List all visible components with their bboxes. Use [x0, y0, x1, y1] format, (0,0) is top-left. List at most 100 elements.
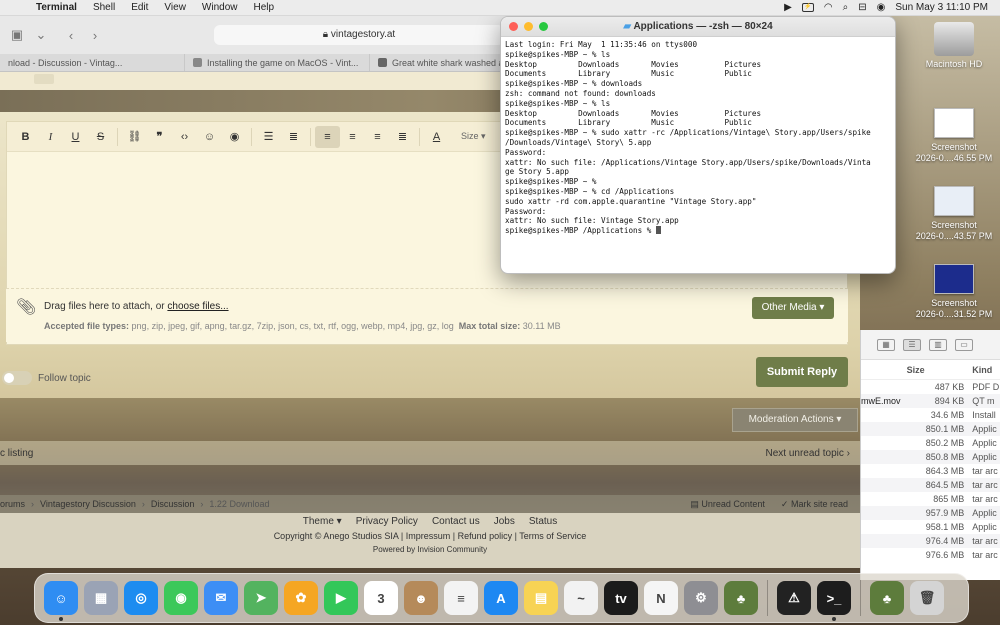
other-media-button[interactable]: Other Media ▾	[752, 297, 834, 319]
maps-icon[interactable]: ➤	[244, 581, 278, 615]
menu-view[interactable]: View	[156, 2, 194, 13]
forward-icon[interactable]: ›	[88, 28, 102, 43]
terminal-output[interactable]: Last login: Fri May 1 11:35:46 on ttys00…	[501, 37, 895, 239]
list-view-icon[interactable]: ☰	[903, 338, 921, 351]
icon-view-icon[interactable]: ▦	[877, 338, 895, 351]
gallery-view-icon[interactable]: ▭	[955, 338, 973, 351]
follow-toggle[interactable]	[2, 371, 32, 385]
finder-row[interactable]: 34.6 MB Install	[861, 408, 1000, 422]
calendar-icon[interactable]: 3	[364, 581, 398, 615]
finder-row[interactable]: 850.8 MB Applic	[861, 450, 1000, 464]
strikethrough-icon[interactable]: S	[88, 126, 113, 148]
submit-reply-button[interactable]: Submit Reply	[756, 357, 848, 387]
freeform-icon[interactable]: ~	[564, 581, 598, 615]
address-bar[interactable]: 🔒︎ vintagestory.at	[214, 25, 504, 45]
topic-listing-link[interactable]: c listing	[0, 448, 33, 459]
follow-topic[interactable]: Follow topic	[0, 368, 200, 388]
finder-row[interactable]: 487 KB PDF D	[861, 380, 1000, 394]
spotlight-icon[interactable]: ⌕	[843, 2, 849, 13]
finder-row[interactable]: 864.3 MB tar arc	[861, 464, 1000, 478]
finder-row[interactable]: 864.5 MB tar arc	[861, 478, 1000, 492]
tab-installing-macos[interactable]: Installing the game on MacOS - Vint...	[185, 54, 370, 71]
align-justify-icon[interactable]: ≣	[390, 126, 415, 148]
now-playing-icon[interactable]: ▶	[784, 2, 792, 13]
trash-icon[interactable]: 🗑	[910, 581, 944, 615]
bold-icon[interactable]: B	[13, 126, 38, 148]
vintage-story-icon[interactable]: ♣	[724, 581, 758, 615]
align-center-icon[interactable]: ≡	[340, 126, 365, 148]
control-center-icon[interactable]: ⊟	[858, 2, 866, 13]
tv-icon[interactable]: tv	[604, 581, 638, 615]
finder-size-header[interactable]: Size	[907, 365, 973, 375]
privacy-policy-link[interactable]: Privacy Policy	[356, 516, 418, 527]
choose-files-link[interactable]: choose files...	[167, 301, 228, 312]
mark-site-read-link[interactable]: ✓ Mark site read	[781, 499, 848, 510]
desktop-screenshot-1[interactable]: Screenshot 2026-0....46.55 PM	[914, 108, 994, 164]
attachment-dropzone[interactable]: 📎︎ Drag files here to attach, or choose …	[6, 288, 848, 342]
unread-content-link[interactable]: ▤ Unread Content	[690, 499, 765, 510]
notes-icon[interactable]: ▤	[524, 581, 558, 615]
jobs-link[interactable]: Jobs	[494, 516, 515, 527]
sidebar-toggle-icon[interactable]: ▣	[10, 27, 24, 43]
desktop-hdd[interactable]: Macintosh HD	[914, 22, 994, 70]
finder-row[interactable]: 958.1 MB Applic	[861, 520, 1000, 534]
news-icon[interactable]: N	[644, 581, 678, 615]
menu-window[interactable]: Window	[194, 2, 246, 13]
reminders-icon[interactable]: ≡	[444, 581, 478, 615]
terminal-titlebar[interactable]: ▰ Applications — -zsh — 80×24	[501, 17, 895, 37]
desktop-screenshot-2[interactable]: Screenshot 2026-0....43.57 PM	[914, 186, 994, 242]
font-size-dropdown[interactable]: Size ▾	[461, 131, 486, 142]
tab-discussion[interactable]: nload - Discussion - Vintag...	[0, 54, 185, 71]
align-right-icon[interactable]: ≡	[365, 126, 390, 148]
console-icon[interactable]: ⚠	[777, 581, 811, 615]
emoji-icon[interactable]: ☺	[197, 126, 222, 148]
terminal-icon[interactable]: >_	[817, 581, 851, 621]
status-link[interactable]: Status	[529, 516, 557, 527]
moderation-actions-button[interactable]: Moderation Actions ▾	[732, 408, 858, 432]
finder-kind-header[interactable]: Kind	[972, 365, 1000, 375]
contact-us-link[interactable]: Contact us	[432, 516, 480, 527]
desktop-screenshot-3[interactable]: Screenshot 2026-0....31.52 PM	[914, 264, 994, 320]
column-view-icon[interactable]: ▥	[929, 338, 947, 351]
finder-row[interactable]: 976.4 MB tar arc	[861, 534, 1000, 548]
breadcrumb-vintagestory-discussion[interactable]: Vintagestory Discussion	[40, 499, 136, 509]
messages-icon[interactable]: ◉	[164, 581, 198, 615]
app-store-icon[interactable]: A	[484, 581, 518, 615]
next-unread-topic-link[interactable]: Next unread topic ›	[765, 448, 850, 459]
breadcrumb-discussion[interactable]: Discussion	[151, 499, 195, 509]
finder-row[interactable]: 850.1 MB Applic	[861, 422, 1000, 436]
photos-icon[interactable]: ✿	[284, 581, 318, 615]
vintage-story-doc-icon[interactable]: ♣	[870, 581, 904, 615]
system-settings-icon[interactable]: ⚙	[684, 581, 718, 615]
post-control[interactable]	[34, 74, 54, 84]
bullet-list-icon[interactable]: ☰	[256, 126, 281, 148]
wifi-icon[interactable]: ◠	[824, 2, 833, 13]
finder-row[interactable]: 850.2 MB Applic	[861, 436, 1000, 450]
breadcrumb-forums[interactable]: orums	[0, 499, 25, 509]
menubar-clock[interactable]: Sun May 3 11:10 PM	[895, 2, 988, 13]
contacts-icon[interactable]: ☻	[404, 581, 438, 615]
safari-icon[interactable]: ◎	[124, 581, 158, 615]
italic-icon[interactable]: I	[38, 126, 63, 148]
powered-by-text[interactable]: Powered by Invision Community	[0, 545, 860, 554]
menu-terminal[interactable]: Terminal	[28, 2, 85, 13]
menu-shell[interactable]: Shell	[85, 2, 123, 13]
siri-icon[interactable]: ◉	[877, 2, 886, 13]
finder-icon[interactable]: ☺	[44, 581, 78, 621]
spoiler-eye-icon[interactable]: ◉	[222, 126, 247, 148]
align-left-icon[interactable]: ≡	[315, 125, 340, 148]
code-icon[interactable]: ‹›	[172, 126, 197, 148]
menu-edit[interactable]: Edit	[123, 2, 156, 13]
terminal-window[interactable]: ▰ Applications — -zsh — 80×24 Last login…	[500, 16, 896, 274]
chevron-down-icon[interactable]: ⌄	[34, 27, 48, 43]
underline-icon[interactable]: U	[63, 126, 88, 148]
numbered-list-icon[interactable]: ≣	[281, 126, 306, 148]
text-color-icon[interactable]: A	[424, 126, 449, 148]
theme-menu-link[interactable]: Theme ▾	[303, 516, 342, 527]
back-icon[interactable]: ‹	[64, 28, 78, 43]
finder-row[interactable]: 865 MB tar arc	[861, 492, 1000, 506]
link-icon[interactable]: ⛓	[122, 126, 147, 148]
finder-row[interactable]: 976.6 MB tar arc	[861, 548, 1000, 562]
mail-icon[interactable]: ✉	[204, 581, 238, 615]
finder-row[interactable]: 957.9 MB Applic	[861, 506, 1000, 520]
